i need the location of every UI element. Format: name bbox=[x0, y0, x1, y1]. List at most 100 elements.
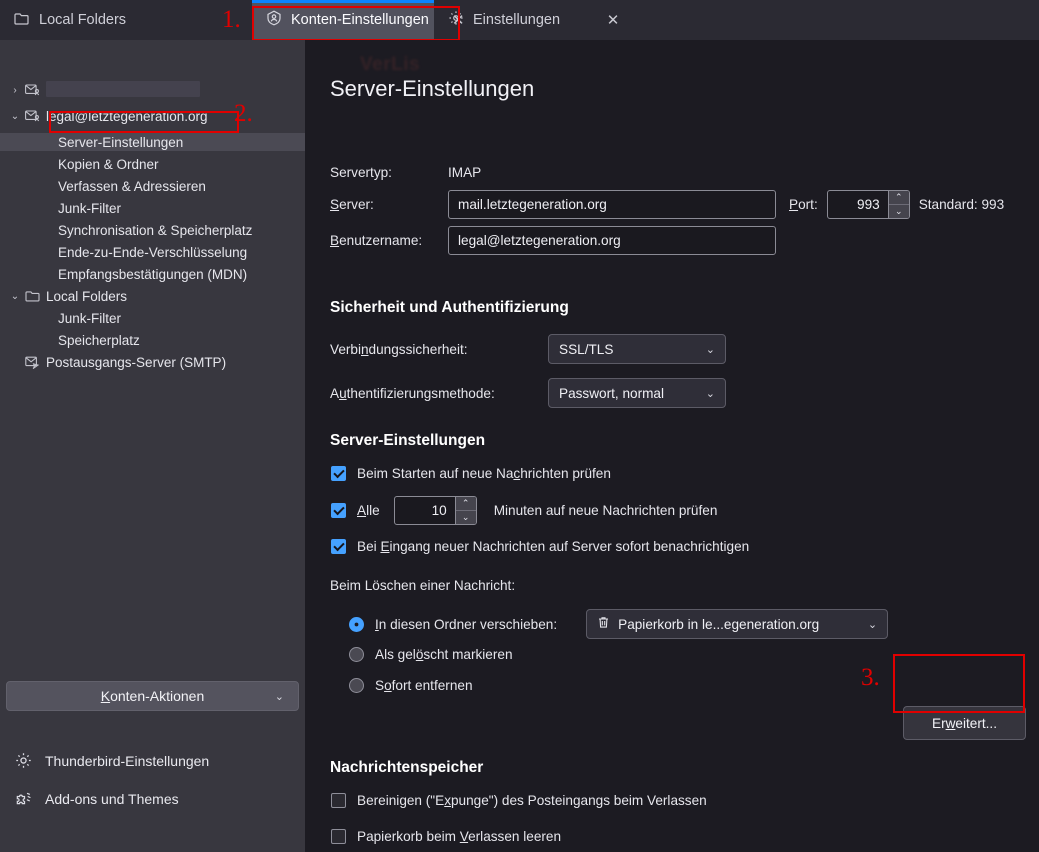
sidebar-item-junk-filter-account[interactable]: Junk-Filter bbox=[0, 199, 305, 217]
chevron-down-icon: ⌄ bbox=[705, 387, 715, 400]
background-artifact-text: VerLis bbox=[360, 54, 421, 75]
annotation-number-2: 2. bbox=[234, 100, 253, 127]
notify-immediately-checkbox[interactable] bbox=[331, 539, 346, 554]
erweitert-button[interactable]: Erweitert... bbox=[903, 706, 1026, 740]
tree-item-local-folders[interactable]: ⌄ Local Folders bbox=[0, 287, 305, 305]
gear-icon bbox=[14, 751, 33, 770]
tree-item-account-legal[interactable]: ⌄ legal@letztegeneration.org bbox=[0, 107, 305, 125]
folder-icon bbox=[22, 290, 42, 302]
server-input[interactable]: mail.letztegeneration.org bbox=[448, 190, 776, 219]
redacted-account-name bbox=[46, 80, 200, 97]
sidebar-item-kopien-ordner[interactable]: Kopien & Ordner bbox=[0, 155, 305, 173]
sidebar-item-synchronisation-speicherplatz[interactable]: Synchronisation & Speicherplatz bbox=[0, 221, 305, 239]
sidebar-item-speicherplatz-local[interactable]: Speicherplatz bbox=[0, 331, 305, 349]
interval-spin-up-icon[interactable]: ⌃ bbox=[455, 497, 476, 511]
username-row: Benutzername: legal@letztegeneration.org bbox=[330, 226, 776, 255]
check-interval-stepper[interactable]: 10 ⌃ ⌄ bbox=[393, 496, 477, 525]
trash-folder-select[interactable]: Papierkorb in le...egeneration.org ⌄ bbox=[586, 609, 889, 639]
delete-option-remove-row[interactable]: Sofort entfernen bbox=[349, 678, 473, 693]
sidebar-item-server-einstellungen[interactable]: Server-Einstellungen bbox=[0, 133, 305, 151]
connection-security-select[interactable]: SSL/TLS ⌄ bbox=[548, 334, 726, 364]
port-spin-down-icon[interactable]: ⌄ bbox=[889, 205, 909, 218]
erweitert-button-label: Erweitert... bbox=[932, 715, 997, 731]
expunge-on-exit-checkbox[interactable] bbox=[331, 793, 346, 808]
port-stepper[interactable]: 993 ⌃ ⌄ bbox=[826, 190, 910, 219]
tree-item-label: Postausgangs-Server (SMTP) bbox=[46, 354, 227, 370]
page-title: Server-Einstellungen bbox=[330, 76, 535, 101]
check-interval-checkbox[interactable] bbox=[331, 503, 346, 518]
expunge-on-exit-row[interactable]: Bereinigen ("Expunge") des Posteingangs … bbox=[331, 793, 707, 808]
server-settings-pane: VerLis Server-Einstellungen Servertyp: I… bbox=[305, 40, 1039, 852]
chevron-down-icon: ⌄ bbox=[867, 618, 878, 631]
check-on-startup-row[interactable]: Beim Starten auf neue Nachrichten prüfen bbox=[331, 466, 611, 481]
tree-item-label: Verfassen & Adressieren bbox=[58, 178, 206, 194]
konten-aktionen-button[interactable]: Konten-Aktionen ⌄ bbox=[6, 681, 299, 711]
tree-item-label: Junk-Filter bbox=[58, 200, 122, 216]
interval-spin-down-icon[interactable]: ⌄ bbox=[456, 511, 476, 524]
empty-trash-on-exit-row[interactable]: Papierkorb beim Verlassen leeren bbox=[331, 829, 561, 844]
tree-item-label: Empfangsbestätigungen (MDN) bbox=[58, 266, 248, 282]
delete-option-move-radio[interactable] bbox=[349, 616, 364, 632]
tab-einstellungen[interactable]: Einstellungen ✕ bbox=[434, 0, 634, 40]
check-interval-row[interactable]: Alle 10 ⌃ ⌄ Minuten auf neue Nachrichten… bbox=[331, 496, 717, 525]
sidebar-item-ende-zu-ende-verschluesselung[interactable]: Ende-zu-Ende-Verschlüsselung bbox=[0, 243, 305, 261]
check-interval-input[interactable]: 10 bbox=[395, 497, 455, 524]
check-on-startup-checkbox[interactable] bbox=[331, 466, 346, 481]
auth-method-select[interactable]: Passwort, normal ⌄ bbox=[548, 378, 726, 408]
connection-security-label: Verbindungssicherheit: bbox=[330, 341, 468, 357]
accounts-tree: › ⌄ legal@letztegeneration.org Server-Ei… bbox=[0, 40, 305, 371]
delete-option-mark-radio[interactable] bbox=[349, 647, 364, 662]
port-default-text: Standard: 993 bbox=[918, 197, 1005, 212]
auth-method-row: Authentifizierungsmethode: Passwort, nor… bbox=[330, 378, 726, 408]
annotation-number-1: 1. bbox=[222, 6, 241, 33]
tree-item-label: Speicherplatz bbox=[58, 332, 140, 348]
auth-method-label: Authentifizierungsmethode: bbox=[330, 385, 495, 401]
delete-option-mark-row[interactable]: Als gelöscht markieren bbox=[349, 647, 513, 662]
chevron-right-icon[interactable]: › bbox=[8, 85, 22, 96]
on-delete-label-row: Beim Löschen einer Nachricht: bbox=[330, 578, 515, 593]
connection-security-row: Verbindungssicherheit: SSL/TLS ⌄ bbox=[330, 334, 726, 364]
storage-section-heading: Nachrichtenspeicher bbox=[330, 759, 484, 776]
gear-icon bbox=[448, 10, 464, 30]
delete-option-remove-radio[interactable] bbox=[349, 678, 364, 693]
chevron-down-icon[interactable]: ⌄ bbox=[8, 291, 22, 302]
empty-trash-on-exit-checkbox[interactable] bbox=[331, 829, 346, 844]
folder-icon bbox=[14, 12, 29, 29]
port-input[interactable]: 993 bbox=[828, 191, 888, 218]
thunderbird-einstellungen-link[interactable]: Thunderbird-Einstellungen bbox=[14, 751, 209, 770]
sidebar-item-verfassen-adressieren[interactable]: Verfassen & Adressieren bbox=[0, 177, 305, 195]
sidebar-item-junk-filter-local[interactable]: Junk-Filter bbox=[0, 309, 305, 327]
check-on-startup-label: Beim Starten auf neue Nachrichten prüfen bbox=[357, 466, 611, 481]
account-circle-icon bbox=[266, 10, 282, 30]
check-interval-prefix-label: Alle bbox=[357, 503, 380, 518]
tab-label: Einstellungen bbox=[473, 12, 561, 28]
outgoing-server-icon bbox=[22, 356, 42, 369]
thunderbird-account-settings-window: Local Folders Konten-Einstellungen ✕ Ein… bbox=[0, 0, 1039, 852]
tab-konten-einstellungen[interactable]: Konten-Einstellungen ✕ bbox=[252, 0, 464, 40]
tree-item-label: legal@letztegeneration.org bbox=[46, 108, 208, 124]
tree-item-label: Junk-Filter bbox=[58, 310, 122, 326]
server-settings-section-heading: Server-Einstellungen bbox=[330, 432, 486, 449]
check-interval-spin-buttons[interactable]: ⌃ ⌄ bbox=[454, 497, 476, 524]
close-icon[interactable]: ✕ bbox=[602, 9, 624, 31]
settings-sidebar: › ⌄ legal@letztegeneration.org Server-Ei… bbox=[0, 40, 305, 852]
sidebar-item-empfangsbestaetigungen[interactable]: Empfangsbestätigungen (MDN) bbox=[0, 265, 305, 283]
security-section-heading: Sicherheit und Authentifizierung bbox=[330, 299, 569, 316]
notify-immediately-row[interactable]: Bei Eingang neuer Nachrichten auf Server… bbox=[331, 539, 749, 554]
server-row: Server: mail.letztegeneration.org Port: … bbox=[330, 190, 1004, 219]
delete-option-move-row[interactable]: In diesen Ordner verschieben: Papierkorb… bbox=[349, 609, 889, 639]
tree-item-label: Local Folders bbox=[46, 288, 128, 304]
tree-item-account-redacted[interactable]: › bbox=[0, 80, 305, 100]
port-spin-up-icon[interactable]: ⌃ bbox=[888, 191, 909, 205]
addons-themes-link[interactable]: Add-ons und Themes bbox=[14, 789, 179, 808]
tree-item-label bbox=[42, 80, 200, 100]
chevron-down-icon[interactable]: ⌄ bbox=[8, 111, 22, 122]
expunge-on-exit-label: Bereinigen ("Expunge") des Posteingangs … bbox=[357, 793, 707, 808]
chevron-down-icon: ⌄ bbox=[274, 690, 284, 703]
server-type-value: IMAP bbox=[448, 165, 482, 180]
username-input[interactable]: legal@letztegeneration.org bbox=[448, 226, 776, 255]
spaces-local-folders[interactable]: Local Folders bbox=[0, 0, 222, 40]
thunderbird-einstellungen-label: Thunderbird-Einstellungen bbox=[45, 752, 210, 769]
sidebar-item-postausgangs-server[interactable]: Postausgangs-Server (SMTP) bbox=[0, 353, 305, 371]
port-spin-buttons[interactable]: ⌃ ⌄ bbox=[887, 191, 909, 218]
